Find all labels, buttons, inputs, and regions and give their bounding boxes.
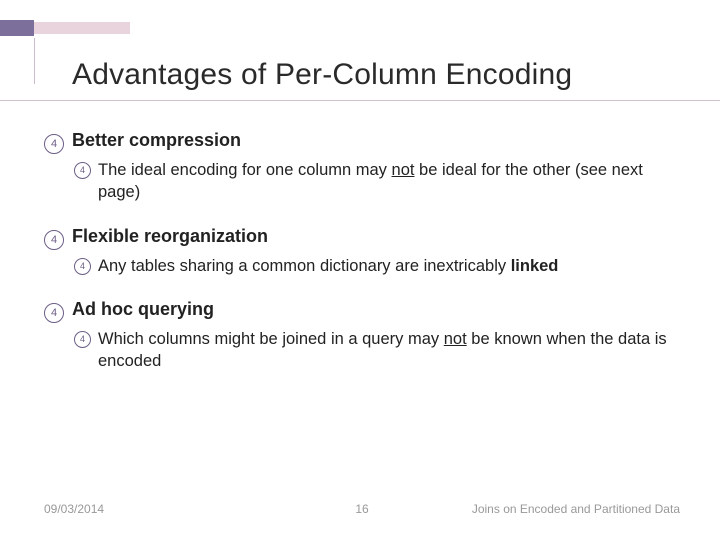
text-run: Which columns might be joined in a query…: [98, 330, 444, 348]
bullet-head-text: Ad hoc querying: [72, 299, 214, 320]
bullet-sub-text: Which columns might be joined in a query…: [98, 328, 680, 373]
text-run-underline: not: [444, 330, 467, 348]
footer-date: 09/03/2014: [44, 502, 104, 516]
title-underline: [0, 100, 720, 101]
bullet-sub: 4 Which columns might be joined in a que…: [74, 328, 680, 373]
bullet-head-text: Better compression: [72, 130, 241, 151]
circled-bullet-icon: 4: [74, 162, 91, 179]
bullet-head-text: Flexible reorganization: [72, 226, 268, 247]
accent-bar: [0, 20, 130, 36]
footer-label: Joins on Encoded and Partitioned Data: [472, 502, 680, 516]
accent-purple-block: [0, 20, 34, 36]
left-rule: [34, 38, 35, 84]
circled-bullet-icon: 4: [44, 303, 64, 323]
text-run-underline: not: [392, 161, 415, 179]
bullet-head: 4 Flexible reorganization: [44, 226, 680, 249]
accent-blush-block: [34, 22, 130, 34]
bullet-sub-text: The ideal encoding for one column may no…: [98, 159, 680, 204]
slide: Advantages of Per-Column Encoding 4 Bett…: [0, 0, 720, 540]
slide-footer: 09/03/2014 16 Joins on Encoded and Parti…: [44, 502, 680, 516]
bullet-sub: 4 Any tables sharing a common dictionary…: [74, 255, 680, 277]
bullet-sub-text: Any tables sharing a common dictionary a…: [98, 255, 558, 277]
text-run: Any tables sharing a common dictionary a…: [98, 257, 511, 275]
footer-page-number: 16: [355, 502, 368, 516]
slide-title: Advantages of Per-Column Encoding: [72, 58, 652, 98]
bullet-sub: 4 The ideal encoding for one column may …: [74, 159, 680, 204]
text-run-bold: linked: [511, 257, 559, 275]
circled-bullet-icon: 4: [44, 134, 64, 154]
bullet-adhoc: 4 Ad hoc querying 4 Which columns might …: [44, 299, 680, 373]
bullet-flexible: 4 Flexible reorganization 4 Any tables s…: [44, 226, 680, 277]
circled-bullet-icon: 4: [74, 258, 91, 275]
circled-bullet-icon: 4: [74, 331, 91, 348]
circled-bullet-icon: 4: [44, 230, 64, 250]
text-run: The ideal encoding for one column may: [98, 161, 392, 179]
slide-body: 4 Better compression 4 The ideal encodin…: [44, 130, 680, 394]
bullet-head: 4 Ad hoc querying: [44, 299, 680, 322]
bullet-head: 4 Better compression: [44, 130, 680, 153]
bullet-compression: 4 Better compression 4 The ideal encodin…: [44, 130, 680, 204]
